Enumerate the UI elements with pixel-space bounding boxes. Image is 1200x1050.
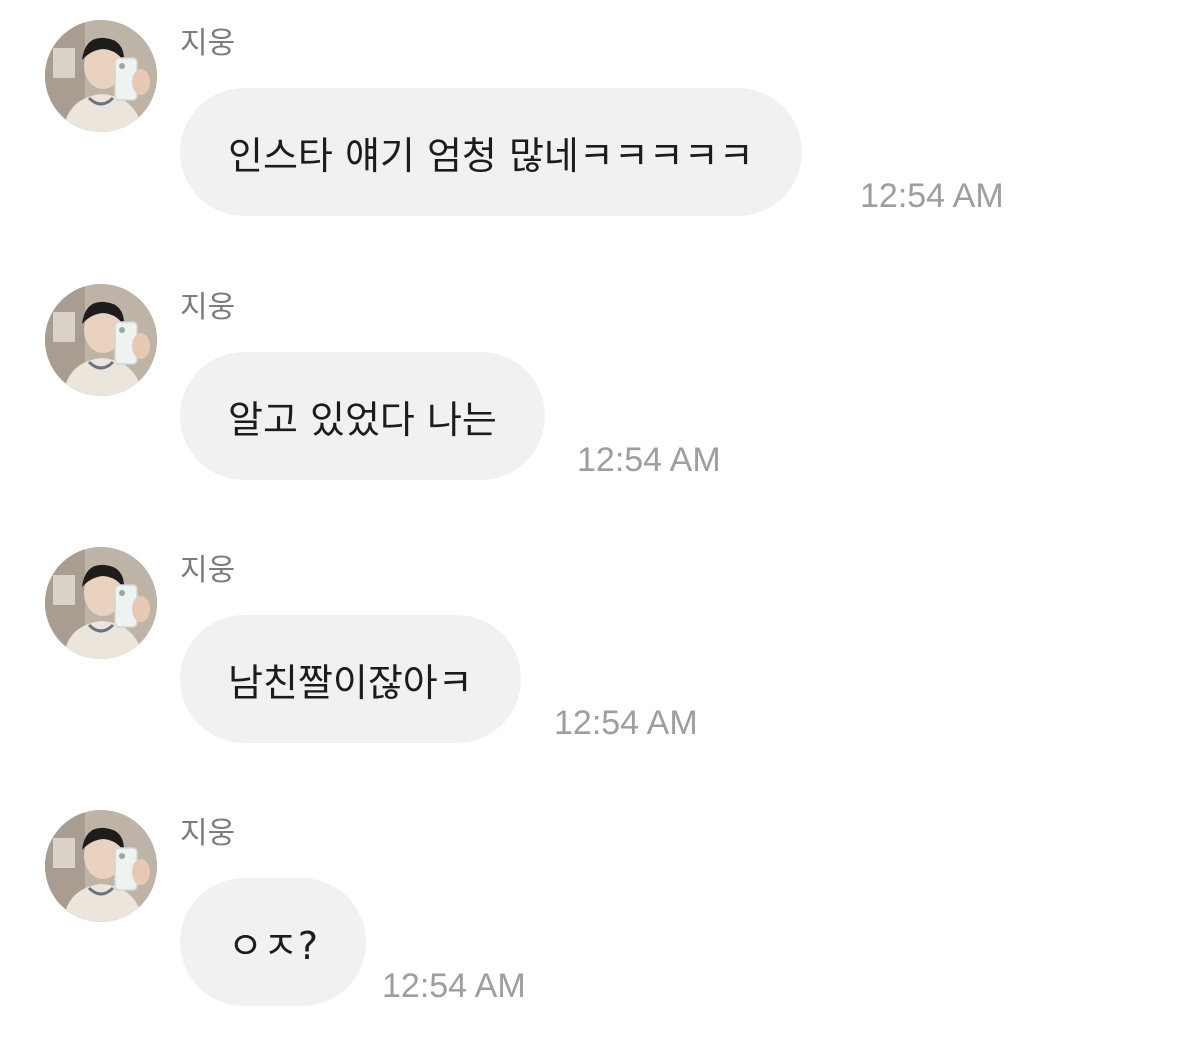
- message-bubble[interactable]: ㅇㅈ?: [180, 878, 367, 1006]
- avatar[interactable]: [45, 810, 157, 922]
- message-row: 지웅 ㅇㅈ? 12:54 AM: [0, 810, 1200, 1050]
- sender-name: 지웅: [180, 26, 236, 61]
- message-timestamp: 12:54 AM: [382, 967, 526, 1005]
- message-text: 인스타 얘기 엄청 많네ㅋㅋㅋㅋㅋ: [228, 133, 754, 178]
- profile-photo-icon: [45, 20, 157, 132]
- message-bubble[interactable]: 남친짤이잖아ㅋ: [180, 615, 521, 743]
- message-timestamp: 12:54 AM: [554, 704, 698, 742]
- message-bubble[interactable]: 알고 있었다 나는: [180, 352, 545, 480]
- avatar[interactable]: [45, 547, 157, 659]
- avatar[interactable]: [45, 20, 157, 132]
- profile-photo-icon: [45, 547, 157, 659]
- sender-name: 지웅: [180, 553, 236, 588]
- message-timestamp: 12:54 AM: [860, 177, 1004, 215]
- message-text: ㅇㅈ?: [228, 923, 319, 968]
- message-text: 알고 있었다 나는: [228, 397, 497, 442]
- message-row: 지웅 남친짤이잖아ㅋ 12:54 AM: [0, 547, 1200, 787]
- message-row: 지웅 인스타 얘기 엄청 많네ㅋㅋㅋㅋㅋ 12:54 AM: [0, 20, 1200, 260]
- sender-name: 지웅: [180, 816, 236, 851]
- avatar[interactable]: [45, 284, 157, 396]
- message-row: 지웅 알고 있었다 나는 12:54 AM: [0, 284, 1200, 524]
- profile-photo-icon: [45, 284, 157, 396]
- message-text: 남친짤이잖아ㅋ: [228, 660, 473, 705]
- sender-name: 지웅: [180, 290, 236, 325]
- message-bubble[interactable]: 인스타 얘기 엄청 많네ㅋㅋㅋㅋㅋ: [180, 88, 802, 216]
- profile-photo-icon: [45, 810, 157, 922]
- message-timestamp: 12:54 AM: [577, 441, 721, 479]
